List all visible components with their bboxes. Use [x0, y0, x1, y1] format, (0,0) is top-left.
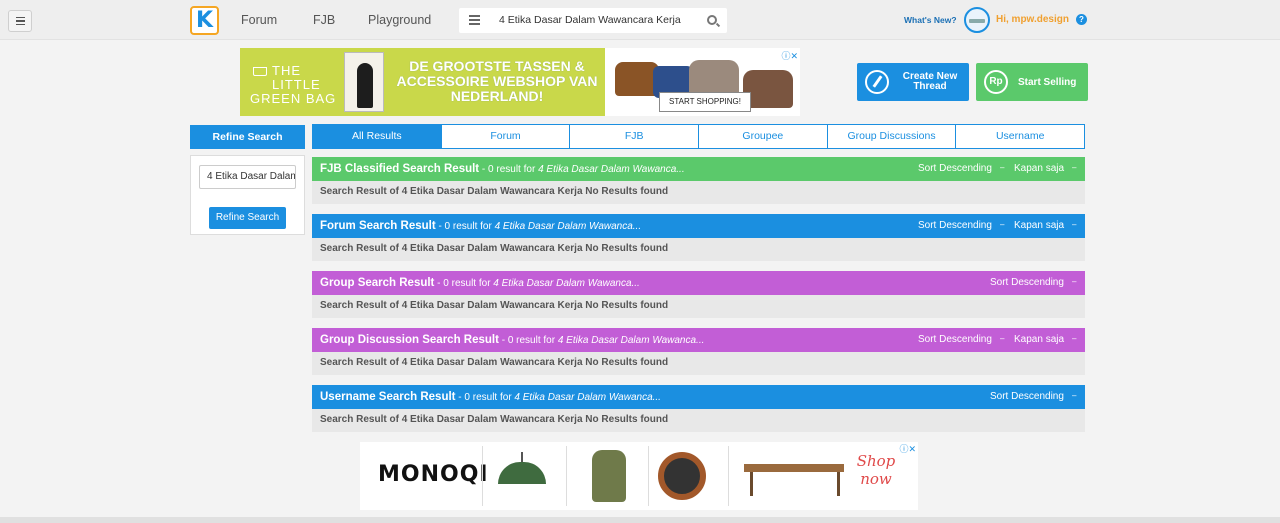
- section-body: Search Result of 4 Etika Dasar Dalam Waw…: [312, 181, 1085, 204]
- result-count: - 0 result for: [434, 278, 494, 289]
- top-navbar: K Forum FJB Playground 4 Etika Dasar Dal…: [0, 0, 1280, 40]
- refine-search-input[interactable]: 4 Etika Dasar Dalam Wawancara Kerja: [199, 165, 296, 189]
- nav-link-fjb[interactable]: FJB: [313, 13, 335, 27]
- result-query: 4 Etika Dasar Dalam Wawanca...: [493, 278, 640, 289]
- result-tabs: All Results Forum FJB Groupee Group Disc…: [312, 124, 1086, 149]
- menu-line-icon: [15, 20, 25, 22]
- menu-line-icon: [15, 23, 25, 26]
- ad-headline: DE GROOTSTE TASSEN & ACCESSOIRE WEBSHOP …: [396, 58, 598, 104]
- user-greeting[interactable]: Hi, mpw.design: [996, 14, 1069, 25]
- search-input[interactable]: 4 Etika Dasar Dalam Wawancara Kerja: [499, 14, 681, 26]
- fjb-result-section: FJB Classified Search Result - 0 result …: [312, 157, 1085, 204]
- tab-all-results[interactable]: All Results: [312, 124, 442, 149]
- result-query: 4 Etika Dasar Dalam Wawanca...: [494, 221, 642, 232]
- result-query: 4 Etika Dasar Dalam Wawanca...: [557, 335, 705, 346]
- section-body: Search Result of 4 Etika Dasar Dalam Waw…: [312, 352, 1085, 375]
- ad-divider: [482, 446, 483, 506]
- group-result-section: Group Search Result - 0 result for 4 Eti…: [312, 271, 1085, 318]
- section-title[interactable]: Username Search Result: [320, 391, 456, 403]
- whats-new-link[interactable]: What's New?: [904, 15, 957, 25]
- section-title[interactable]: Forum Search Result: [320, 220, 436, 232]
- result-query: 4 Etika Dasar Dalam Wawanca...: [514, 392, 661, 403]
- ad-divider: [648, 446, 649, 506]
- section-header: Forum Search Result - 0 result for 4 Eti…: [312, 214, 1085, 238]
- create-thread-label: Create New Thread: [902, 71, 958, 92]
- section-header: Group Search Result - 0 result for 4 Eti…: [312, 271, 1085, 295]
- footer-divider: [0, 517, 1280, 523]
- ad-brand: THE LITTLE GREEN BAG: [250, 64, 340, 106]
- result-count: - 0 result for: [435, 221, 495, 232]
- sort-dropdown[interactable]: Sort Descending: [918, 157, 1004, 181]
- backpack-image: [592, 450, 626, 502]
- start-selling-label: Start Selling: [1018, 77, 1077, 88]
- search-box[interactable]: 4 Etika Dasar Dalam Wawancara Kerja: [459, 8, 727, 33]
- ad-close-icon[interactable]: ⓘ✕: [781, 49, 798, 62]
- time-filter-dropdown[interactable]: Kapan saja: [1014, 214, 1077, 238]
- avatar[interactable]: [964, 7, 990, 33]
- desk-leg: [750, 472, 753, 496]
- ad-cta-text[interactable]: Shop now: [846, 452, 906, 488]
- refine-search-header: Refine Search: [190, 125, 305, 149]
- section-header: FJB Classified Search Result - 0 result …: [312, 157, 1085, 181]
- sort-dropdown[interactable]: Sort Descending: [990, 385, 1076, 409]
- section-body: Search Result of 4 Etika Dasar Dalam Waw…: [312, 295, 1085, 318]
- desk-leg: [837, 472, 840, 496]
- tab-group-discussions[interactable]: Group Discussions: [826, 124, 957, 149]
- top-banner-ad[interactable]: THE LITTLE GREEN BAG DE GROOTSTE TASSEN …: [240, 48, 800, 116]
- section-body: Search Result of 4 Etika Dasar Dalam Waw…: [312, 409, 1085, 432]
- ad-cta-button[interactable]: START SHOPPING!: [659, 92, 751, 112]
- refine-search-panel: 4 Etika Dasar Dalam Wawancara Kerja Refi…: [190, 155, 305, 235]
- sort-dropdown[interactable]: Sort Descending: [990, 271, 1076, 295]
- time-filter-dropdown[interactable]: Kapan saja: [1014, 328, 1077, 352]
- search-icon[interactable]: [707, 15, 717, 25]
- fan-image: [658, 452, 706, 500]
- nav-link-forum[interactable]: Forum: [241, 13, 277, 27]
- username-result-section: Username Search Result - 0 result for 4 …: [312, 385, 1085, 432]
- sort-dropdown[interactable]: Sort Descending: [918, 214, 1004, 238]
- ad-close-icon[interactable]: ⓘ✕: [899, 442, 916, 455]
- ad-brand: MONOQI: [378, 462, 489, 487]
- desk-image: [744, 464, 844, 472]
- bottom-banner-ad[interactable]: MONOQI Shop now ⓘ✕: [360, 442, 918, 510]
- section-header: Username Search Result - 0 result for 4 …: [312, 385, 1085, 409]
- group-discussion-result-section: Group Discussion Search Result - 0 resul…: [312, 328, 1085, 375]
- help-icon[interactable]: ?: [1076, 14, 1087, 25]
- section-title[interactable]: FJB Classified Search Result: [320, 163, 479, 175]
- lamp-image: [492, 452, 552, 488]
- ad-model-image: [344, 52, 384, 112]
- kaskus-logo[interactable]: K: [190, 6, 219, 35]
- result-count: - 0 result for: [479, 164, 539, 175]
- section-title[interactable]: Group Search Result: [320, 277, 434, 289]
- nav-link-playground[interactable]: Playground: [368, 13, 431, 27]
- ad-brand-line1: THE LITTLE: [272, 63, 321, 92]
- section-header: Group Discussion Search Result - 0 resul…: [312, 328, 1085, 352]
- tab-forum[interactable]: Forum: [440, 124, 571, 149]
- tab-fjb[interactable]: FJB: [569, 124, 700, 149]
- section-title[interactable]: Group Discussion Search Result: [320, 334, 499, 346]
- time-filter-dropdown[interactable]: Kapan saja: [1014, 157, 1077, 181]
- result-query: 4 Etika Dasar Dalam Wawanca...: [538, 164, 685, 175]
- section-body: Search Result of 4 Etika Dasar Dalam Waw…: [312, 238, 1085, 261]
- create-thread-button[interactable]: Create New Thread: [857, 63, 969, 101]
- refine-search-button[interactable]: Refine Search: [209, 207, 286, 229]
- sort-dropdown[interactable]: Sort Descending: [918, 328, 1004, 352]
- start-selling-button[interactable]: Rp Start Selling: [976, 63, 1088, 101]
- logo-k-icon: K: [195, 7, 214, 33]
- forum-result-section: Forum Search Result - 0 result for 4 Eti…: [312, 214, 1085, 261]
- tab-groupee[interactable]: Groupee: [698, 124, 828, 149]
- pencil-icon: [865, 70, 889, 94]
- ad-divider: [728, 446, 729, 506]
- menu-line-icon: [15, 16, 25, 19]
- hamburger-menu-button[interactable]: [8, 10, 32, 32]
- result-count: - 0 result for: [455, 392, 515, 403]
- search-category-icon[interactable]: [469, 15, 480, 25]
- result-count: - 0 result for: [498, 335, 558, 346]
- tab-username[interactable]: Username: [955, 124, 1086, 149]
- rupiah-icon: Rp: [984, 70, 1008, 94]
- ad-divider: [566, 446, 567, 506]
- ad-brand-line2: GREEN BAG: [250, 91, 337, 106]
